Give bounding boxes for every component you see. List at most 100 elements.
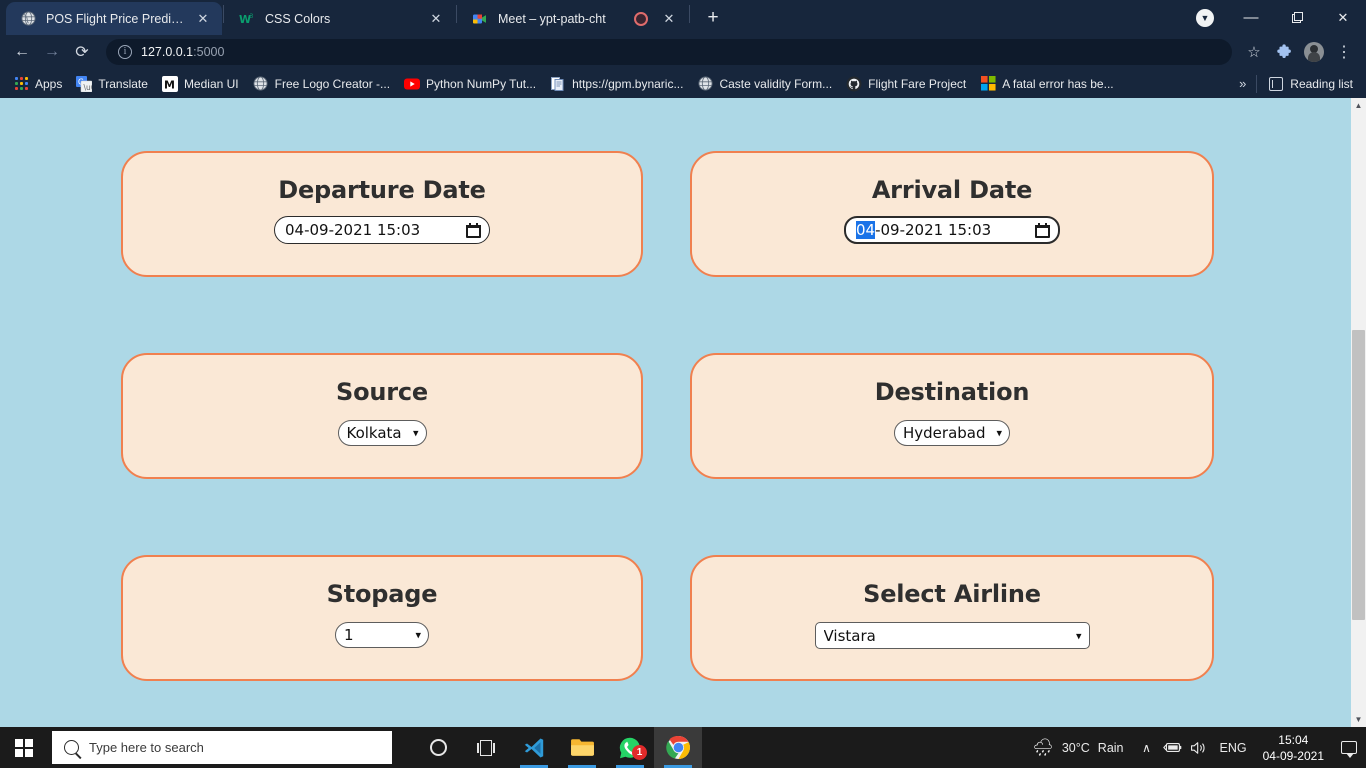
vertical-scrollbar[interactable]: ▲ ▼ bbox=[1351, 98, 1366, 727]
selected-date-part: 04 bbox=[856, 221, 875, 239]
tray-overflow-button[interactable]: ∧ bbox=[1134, 727, 1160, 768]
taskbar-clock[interactable]: 15:04 04-09-2021 bbox=[1255, 732, 1332, 764]
bookmark-label: Caste validity Form... bbox=[719, 77, 832, 91]
bookmark-fatal-error[interactable]: A fatal error has be... bbox=[973, 73, 1120, 95]
globe-icon bbox=[20, 11, 36, 27]
vscode-icon[interactable] bbox=[510, 727, 558, 768]
bookmark-label: Median UI bbox=[184, 77, 239, 91]
tab-pos-flight-price-prediction[interactable]: POS Flight Price Prediction ✕ bbox=[6, 2, 222, 35]
tab-title: CSS Colors bbox=[265, 12, 417, 26]
tab-separator bbox=[223, 5, 224, 23]
volume-icon[interactable] bbox=[1186, 727, 1212, 768]
tab-separator bbox=[456, 5, 457, 23]
globe-icon bbox=[697, 76, 713, 92]
back-button[interactable]: ← bbox=[8, 38, 36, 66]
file-explorer-icon[interactable] bbox=[558, 727, 606, 768]
bookmark-gpm-bynaric[interactable]: https://gpm.bynaric... bbox=[543, 73, 690, 95]
airline-select[interactable]: Vistara bbox=[815, 622, 1090, 649]
task-view-icon[interactable] bbox=[462, 727, 510, 768]
bookmark-flight-fare-project[interactable]: Flight Fare Project bbox=[839, 73, 973, 95]
maximize-button[interactable] bbox=[1274, 1, 1320, 34]
profile-chip-button[interactable]: ▼ bbox=[1182, 1, 1228, 34]
arrival-date-value: 04-09-2021 15:03 bbox=[856, 221, 991, 239]
bookmark-label: Apps bbox=[35, 77, 62, 91]
youtube-icon bbox=[404, 76, 420, 92]
scroll-down-button[interactable]: ▼ bbox=[1351, 712, 1366, 727]
bookmark-python-numpy-tutorial[interactable]: Python NumPy Tut... bbox=[397, 73, 543, 95]
svg-text:3: 3 bbox=[250, 13, 254, 20]
windows-logo-icon bbox=[15, 739, 33, 757]
tab-css-colors[interactable]: W 3 CSS Colors ✕ bbox=[225, 2, 455, 35]
bookmarks-overflow-button[interactable]: » bbox=[1233, 76, 1252, 91]
reading-list-label: Reading list bbox=[1290, 77, 1353, 91]
avatar[interactable] bbox=[1300, 38, 1328, 66]
search-placeholder: Type here to search bbox=[89, 740, 204, 755]
document-icon bbox=[550, 76, 566, 92]
reading-list-icon bbox=[1268, 76, 1284, 92]
address-bar[interactable]: i 127.0.0.1:5000 bbox=[106, 39, 1232, 65]
globe-icon bbox=[253, 76, 269, 92]
new-tab-button[interactable]: + bbox=[699, 4, 727, 32]
arrival-date-rest: -09-2021 15:03 bbox=[875, 221, 991, 239]
card-source: Source Kolkata ▾ bbox=[121, 353, 643, 479]
extensions-icon[interactable] bbox=[1270, 38, 1298, 66]
airline-select-wrapper: Vistara ▾ bbox=[815, 622, 1090, 649]
bookmark-free-logo-creator[interactable]: Free Logo Creator -... bbox=[246, 73, 397, 95]
bookmark-translate[interactable]: G \u6587 Translate bbox=[69, 73, 155, 95]
weather-widget[interactable]: 🌧 30°C Rain bbox=[1022, 739, 1133, 756]
whatsapp-icon[interactable]: 1 bbox=[606, 727, 654, 768]
page-viewport: Departure Date 04-09-2021 15:03 Arrival … bbox=[0, 98, 1366, 727]
google-meet-icon bbox=[472, 11, 488, 27]
minimize-button[interactable]: — bbox=[1228, 1, 1274, 34]
bookmark-star-icon[interactable]: ☆ bbox=[1240, 38, 1268, 66]
departure-date-value: 04-09-2021 15:03 bbox=[285, 221, 420, 239]
w3schools-icon: W 3 bbox=[239, 11, 255, 27]
browser-toolbar: ← → ⟳ i 127.0.0.1:5000 ☆ ⋮ bbox=[0, 35, 1366, 69]
site-info-icon[interactable]: i bbox=[118, 45, 132, 59]
bookmarks-bar: Apps G \u6587 Translate M bbox=[0, 69, 1366, 98]
tab-title: POS Flight Price Prediction bbox=[46, 12, 184, 26]
bookmark-caste-validity-form[interactable]: Caste validity Form... bbox=[690, 73, 839, 95]
browser-chrome: POS Flight Price Prediction ✕ W 3 CSS Co… bbox=[0, 0, 1366, 98]
calendar-icon[interactable] bbox=[466, 223, 481, 238]
notification-center-button[interactable] bbox=[1332, 727, 1366, 768]
cortana-icon[interactable] bbox=[414, 727, 462, 768]
destination-select[interactable]: Hyderabad bbox=[894, 420, 1010, 446]
tab-meet[interactable]: Meet – ypt-patb-cht ✕ bbox=[458, 2, 688, 35]
tab-title: Meet – ypt-patb-cht bbox=[498, 12, 624, 26]
reading-list-button[interactable]: Reading list bbox=[1261, 73, 1360, 95]
departure-date-input[interactable]: 04-09-2021 15:03 bbox=[274, 216, 490, 244]
google-translate-icon: G \u6587 bbox=[76, 76, 92, 92]
close-window-button[interactable]: ✕ bbox=[1320, 1, 1366, 34]
windows-taskbar: Type here to search bbox=[0, 727, 1366, 768]
weather-temperature: 30°C bbox=[1062, 741, 1090, 755]
bookmark-label: A fatal error has be... bbox=[1002, 77, 1113, 91]
search-icon bbox=[64, 740, 79, 755]
stopage-select[interactable]: 1 bbox=[335, 622, 429, 648]
chrome-menu-icon[interactable]: ⋮ bbox=[1330, 38, 1358, 66]
tab-strip: POS Flight Price Prediction ✕ W 3 CSS Co… bbox=[0, 0, 1366, 35]
scroll-up-button[interactable]: ▲ bbox=[1351, 98, 1366, 113]
close-icon[interactable]: ✕ bbox=[660, 10, 678, 28]
battery-icon[interactable] bbox=[1160, 727, 1186, 768]
taskbar-search-box[interactable]: Type here to search bbox=[52, 731, 392, 764]
card-title: Arrival Date bbox=[872, 176, 1032, 204]
scrollbar-thumb[interactable] bbox=[1352, 330, 1365, 620]
language-indicator[interactable]: ENG bbox=[1212, 741, 1255, 755]
calendar-icon[interactable] bbox=[1035, 223, 1050, 238]
bookmark-apps[interactable]: Apps bbox=[6, 73, 69, 95]
close-icon[interactable]: ✕ bbox=[194, 10, 212, 28]
forward-button[interactable]: → bbox=[38, 38, 66, 66]
card-title: Select Airline bbox=[863, 580, 1041, 608]
reload-button[interactable]: ⟳ bbox=[68, 38, 96, 66]
chrome-icon[interactable] bbox=[654, 727, 702, 768]
source-select[interactable]: Kolkata bbox=[338, 420, 427, 446]
url-port: :5000 bbox=[193, 45, 224, 59]
arrival-date-input[interactable]: 04-09-2021 15:03 bbox=[844, 216, 1060, 244]
flight-price-form: Departure Date 04-09-2021 15:03 Arrival … bbox=[0, 98, 1351, 727]
url-host: 127.0.0.1 bbox=[141, 45, 193, 59]
system-tray: 🌧 30°C Rain ∧ ENG bbox=[1022, 727, 1366, 768]
bookmark-median-ui[interactable]: M Median UI bbox=[155, 73, 246, 95]
close-icon[interactable]: ✕ bbox=[427, 10, 445, 28]
start-button[interactable] bbox=[0, 727, 48, 768]
